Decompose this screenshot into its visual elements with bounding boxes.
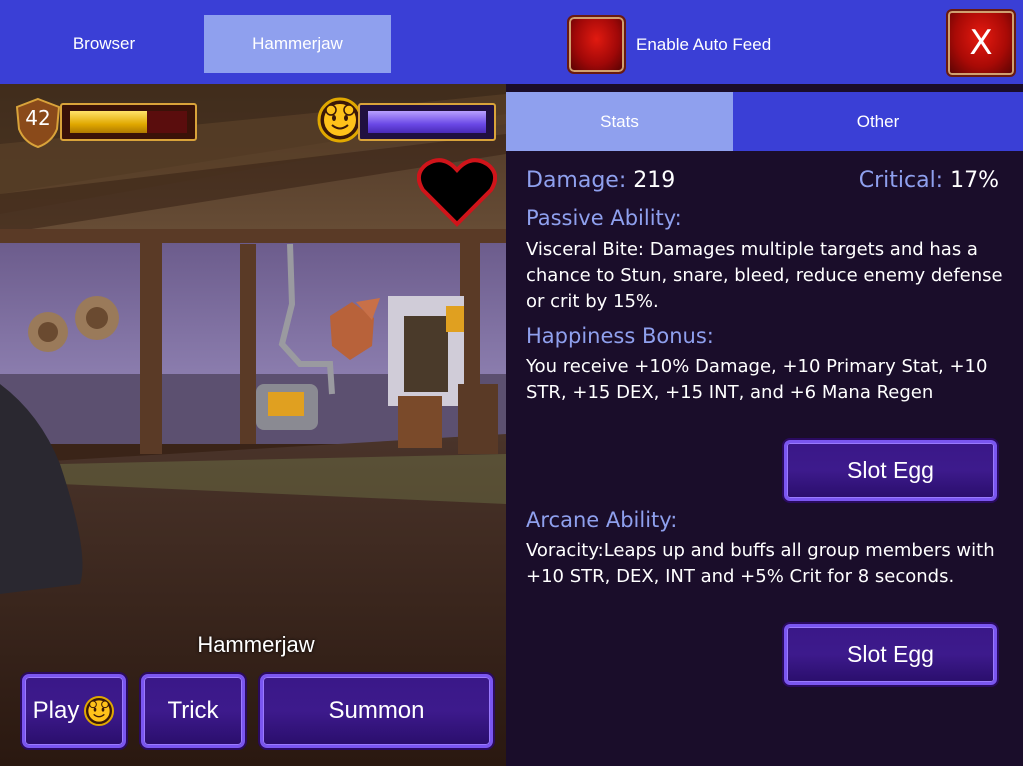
passive-ability-text: Visceral Bite: Damages multiple targets … <box>526 239 1003 312</box>
summon-button[interactable]: Summon <box>260 674 493 748</box>
happiness-bonus-heading: Happiness Bonus: <box>526 324 714 348</box>
play-button[interactable]: Play <box>22 674 126 748</box>
damage-stat: Damage: 219 <box>526 168 675 198</box>
auto-feed-checkbox[interactable] <box>567 15 626 74</box>
tab-stats[interactable]: Stats <box>506 92 733 151</box>
critical-stat: Critical: 17% <box>859 168 999 198</box>
happiness-bar-fill <box>368 111 486 133</box>
auto-feed-label[interactable]: Enable Auto Feed <box>636 30 771 60</box>
happiness-bonus-text: You receive +10% Damage, +10 Primary Sta… <box>526 356 988 403</box>
critical-value: 17% <box>950 168 999 193</box>
arcane-ability-heading: Arcane Ability: <box>526 508 678 532</box>
smiley-paw-icon <box>84 696 115 726</box>
xp-bar-fill <box>70 111 148 133</box>
xp-bar <box>60 103 197 141</box>
trick-button[interactable]: Trick <box>141 674 245 748</box>
pet-details-panel: Stats Other Damage: 219 Critical: 17% Pa… <box>506 84 1023 766</box>
happiness-bar <box>358 103 496 141</box>
pet-name: Hammerjaw <box>197 632 315 657</box>
pet-level: 42 <box>25 106 51 130</box>
pet-scene: 42 Hammerjaw Play Trick Summon <box>0 84 506 766</box>
play-button-label: Play <box>32 697 80 724</box>
slot-egg-button-passive[interactable]: Slot Egg <box>784 440 997 501</box>
arcane-ability-text: Voracity:Leaps up and buffs all group me… <box>526 540 995 587</box>
critical-label: Critical: <box>858 168 944 193</box>
top-bar: Browser Hammerjaw Enable Auto Feed X <box>0 0 1023 84</box>
slot-egg-button-arcane[interactable]: Slot Egg <box>784 624 997 685</box>
damage-value: 219 <box>633 168 676 193</box>
tab-pet[interactable]: Hammerjaw <box>204 15 391 73</box>
passive-ability-heading: Passive Ability: <box>526 206 682 230</box>
close-button[interactable]: X <box>946 9 1016 77</box>
heart-icon <box>417 158 497 227</box>
tab-browser[interactable]: Browser <box>18 15 190 73</box>
damage-label: Damage: <box>526 168 627 193</box>
smiley-paw-icon <box>317 97 363 143</box>
tab-other[interactable]: Other <box>733 92 1023 151</box>
